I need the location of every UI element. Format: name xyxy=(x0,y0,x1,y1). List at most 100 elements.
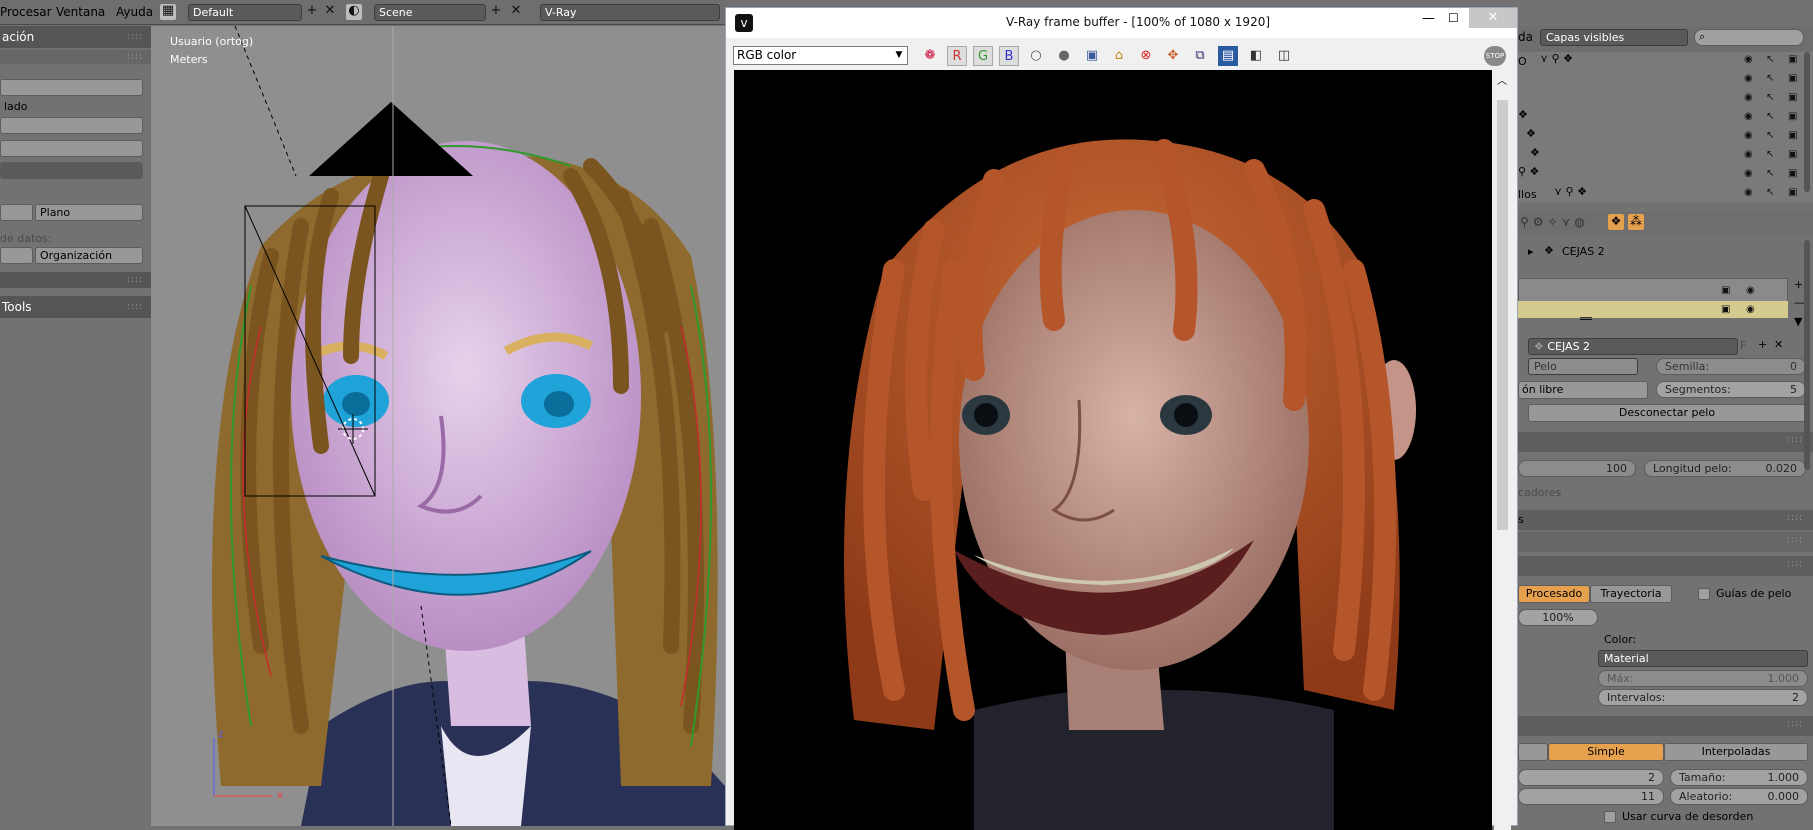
hair-guides-checkbox[interactable] xyxy=(1698,588,1710,600)
eye-icon[interactable]: ◉ xyxy=(1744,188,1756,198)
select-icon[interactable]: ↖ xyxy=(1766,112,1778,122)
section-header-s[interactable]: s:::: xyxy=(1518,510,1813,530)
tool-row-1[interactable] xyxy=(0,79,143,96)
tool-row-2[interactable]: lado xyxy=(0,99,143,116)
max-field[interactable]: Máx:1.000 xyxy=(1598,670,1808,687)
tab-none[interactable] xyxy=(1518,743,1548,761)
tab-trayectoria[interactable]: Trayectoria xyxy=(1590,585,1672,603)
menu-ayuda[interactable]: Ayuda xyxy=(116,5,153,19)
eye-icon[interactable]: ◉ xyxy=(1744,169,1756,179)
add-scene-icon[interactable]: + xyxy=(488,4,504,20)
size-field[interactable]: Tamaño:1.000 xyxy=(1670,769,1808,786)
menu-ventana[interactable]: Ventana xyxy=(56,5,105,19)
intervals-field[interactable]: Intervalos:2 xyxy=(1598,689,1808,706)
scroll-thumb[interactable] xyxy=(1497,100,1508,530)
section-header-render[interactable]: :::: xyxy=(1518,556,1813,576)
select-icon[interactable]: ↖ xyxy=(1766,74,1778,84)
new-settings-icon[interactable]: + xyxy=(1758,338,1767,351)
list-resize-grip[interactable]: ══ xyxy=(1580,314,1592,325)
render-icon[interactable]: ▣ xyxy=(1788,169,1800,179)
eye-icon[interactable]: ◉ xyxy=(1744,150,1756,160)
grip-icon[interactable]: :::: xyxy=(127,26,143,48)
scroll-up-icon[interactable]: ︿ xyxy=(1497,72,1507,87)
eye-icon[interactable]: ◉ xyxy=(1744,74,1756,84)
number-field[interactable]: 100 xyxy=(1518,460,1636,477)
property-tab-icons[interactable]: ⚲⚙✧⋎◍ xyxy=(1520,215,1589,229)
render-engine-selector[interactable]: V-Ray xyxy=(540,4,720,21)
tool-dropdown[interactable] xyxy=(0,162,143,179)
fake-user-toggle[interactable]: F xyxy=(1740,339,1746,352)
section-header-emission[interactable]: :::: xyxy=(1518,432,1813,452)
particle-type-dropdown[interactable]: Pelo xyxy=(1528,358,1638,375)
organizacion-left-button[interactable] xyxy=(0,247,33,264)
close-window-button[interactable]: ✕ xyxy=(1469,8,1517,28)
segments-field[interactable]: Segmentos:5 xyxy=(1656,381,1806,398)
scene-selector[interactable]: Scene xyxy=(374,4,486,21)
grip-icon[interactable]: :::: xyxy=(1787,513,1803,523)
plano-left-button[interactable] xyxy=(0,204,33,221)
render-icon[interactable]: ▣ xyxy=(1788,131,1800,141)
alpha-channel-icon[interactable]: ○ xyxy=(1026,46,1046,66)
menu-procesar[interactable]: Procesar xyxy=(0,5,52,19)
screen-layout-icon[interactable]: ▦ xyxy=(160,4,176,20)
dropdown-arrow-icon[interactable]: ▼ xyxy=(891,47,907,64)
render-icon[interactable]: ▣ xyxy=(1788,112,1800,122)
render-icon[interactable]: ▣ xyxy=(1788,150,1800,160)
roughness-curve-checkbox[interactable] xyxy=(1604,811,1616,823)
render-scrollbar[interactable]: ︿ xyxy=(1494,70,1511,830)
properties-scrollbar[interactable] xyxy=(1804,240,1812,826)
3d-viewport[interactable]: Usuario (ortog) Meters z x xyxy=(151,26,725,826)
outliner-search[interactable]: ⌕ xyxy=(1694,29,1804,46)
percent-field[interactable]: 100% xyxy=(1518,609,1598,626)
outliner-menu-partial[interactable]: da xyxy=(1518,30,1533,44)
particle-settings-field[interactable]: ❖ CEJAS 2 xyxy=(1528,338,1738,355)
grip-icon[interactable]: :::: xyxy=(1787,435,1803,445)
eye-icon[interactable]: ◉ xyxy=(1746,286,1758,296)
render-icon[interactable]: ▣ xyxy=(1721,305,1733,315)
panel-header-1[interactable]: ación:::: xyxy=(0,26,151,48)
render-icon[interactable]: ▣ xyxy=(1788,188,1800,198)
channel-select[interactable]: RGB color▼ xyxy=(733,46,908,65)
render-icon[interactable]: ▣ xyxy=(1788,74,1800,84)
save-image-icon[interactable]: ▣ xyxy=(1082,46,1102,66)
hair-length-field[interactable]: Longitud pelo:0.020 xyxy=(1644,460,1806,477)
add-layout-icon[interactable]: + xyxy=(304,4,320,20)
eye-icon[interactable]: ◉ xyxy=(1744,112,1756,122)
layers-dropdown[interactable]: Capas visibles xyxy=(1540,29,1688,46)
color-correction-icon[interactable]: ❁ xyxy=(920,46,940,66)
copy-to-vfb-icon[interactable]: ⧉ xyxy=(1190,46,1210,66)
organizacion-button[interactable]: Organización xyxy=(35,247,143,264)
maximize-icon[interactable]: ☐ xyxy=(1448,11,1459,25)
outliner-row-0[interactable]: O xyxy=(1518,55,1527,68)
plano-button[interactable]: Plano xyxy=(35,204,143,221)
color-mode-dropdown[interactable]: Material xyxy=(1598,650,1808,667)
compare-icon[interactable]: ◧ xyxy=(1246,46,1266,66)
section-header-children[interactable]: :::: xyxy=(1518,716,1813,736)
vray-titlebar[interactable]: v V-Ray frame buffer - [100% of 1080 x 1… xyxy=(726,8,1517,38)
eye-icon[interactable]: ◉ xyxy=(1744,131,1756,141)
expand-arrow-icon[interactable]: ▸ xyxy=(1528,245,1534,258)
random-field[interactable]: Aleatorio:0.000 xyxy=(1670,788,1808,805)
section-header-2[interactable]: :::: xyxy=(1518,532,1813,552)
red-channel-icon[interactable]: R xyxy=(947,46,967,66)
eye-icon[interactable]: ◉ xyxy=(1746,305,1758,315)
eye-icon[interactable]: ◉ xyxy=(1744,55,1756,65)
tool-row-4[interactable] xyxy=(0,140,143,157)
blue-channel-icon[interactable]: B xyxy=(999,46,1019,66)
panel-header-2[interactable]: :::: xyxy=(0,272,151,288)
green-channel-icon[interactable]: G xyxy=(973,46,993,66)
tab-procesado[interactable]: Procesado xyxy=(1518,585,1590,603)
grip-icon[interactable]: :::: xyxy=(127,296,143,318)
slot-menu-icon[interactable]: ▼ xyxy=(1794,315,1802,328)
add-slot-icon[interactable]: + xyxy=(1794,278,1803,291)
grip-icon[interactable]: :::: xyxy=(1787,535,1803,545)
select-icon[interactable]: ↖ xyxy=(1766,55,1778,65)
render-icon[interactable]: ▣ xyxy=(1788,93,1800,103)
outliner-scrollbar[interactable] xyxy=(1804,52,1812,202)
history-icon[interactable]: ◫ xyxy=(1274,46,1294,66)
select-icon[interactable]: ↖ xyxy=(1766,131,1778,141)
render-icon[interactable]: ▣ xyxy=(1788,55,1800,65)
tools-header[interactable]: Tools:::: xyxy=(0,296,151,318)
regrow-toggle[interactable]: ón libre xyxy=(1518,381,1648,399)
stop-button[interactable]: STOP xyxy=(1484,46,1506,66)
